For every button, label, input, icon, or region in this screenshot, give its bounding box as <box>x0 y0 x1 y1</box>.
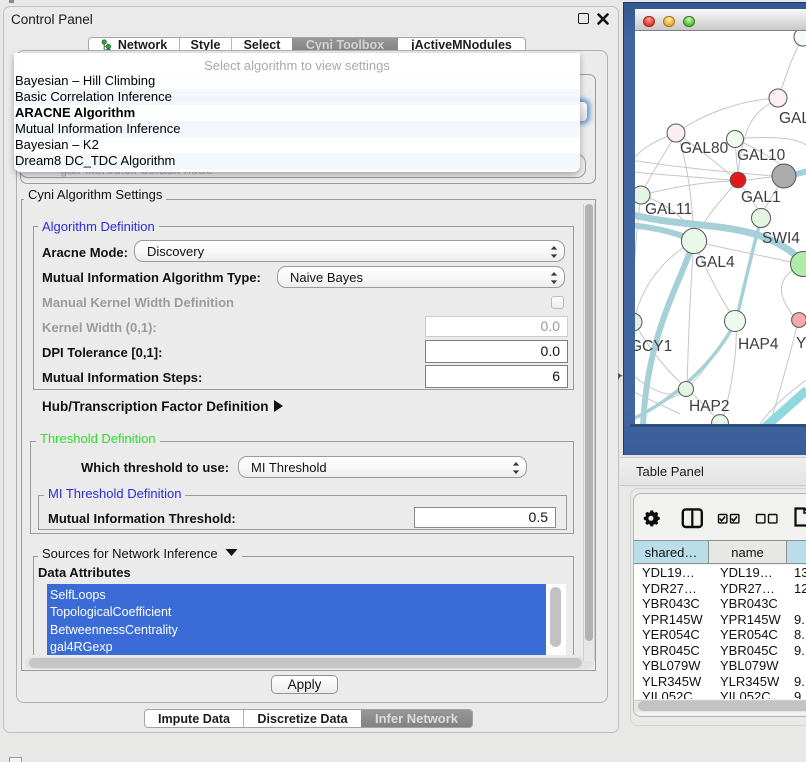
svg-text:GAL: GAL <box>779 110 806 127</box>
svg-text:GAL11: GAL11 <box>645 201 692 218</box>
svg-text:GAL80: GAL80 <box>680 140 729 157</box>
svg-text:HAP2: HAP2 <box>689 398 730 415</box>
svg-text:GCY1: GCY1 <box>635 338 672 355</box>
svg-text:HAP4: HAP4 <box>738 336 779 353</box>
svg-text:GAL4: GAL4 <box>695 254 735 271</box>
svg-text:GAL10: GAL10 <box>737 147 786 164</box>
svg-text:GAL1: GAL1 <box>741 189 781 206</box>
svg-text:SWI4: SWI4 <box>762 230 800 247</box>
svg-text:Y: Y <box>796 335 806 352</box>
